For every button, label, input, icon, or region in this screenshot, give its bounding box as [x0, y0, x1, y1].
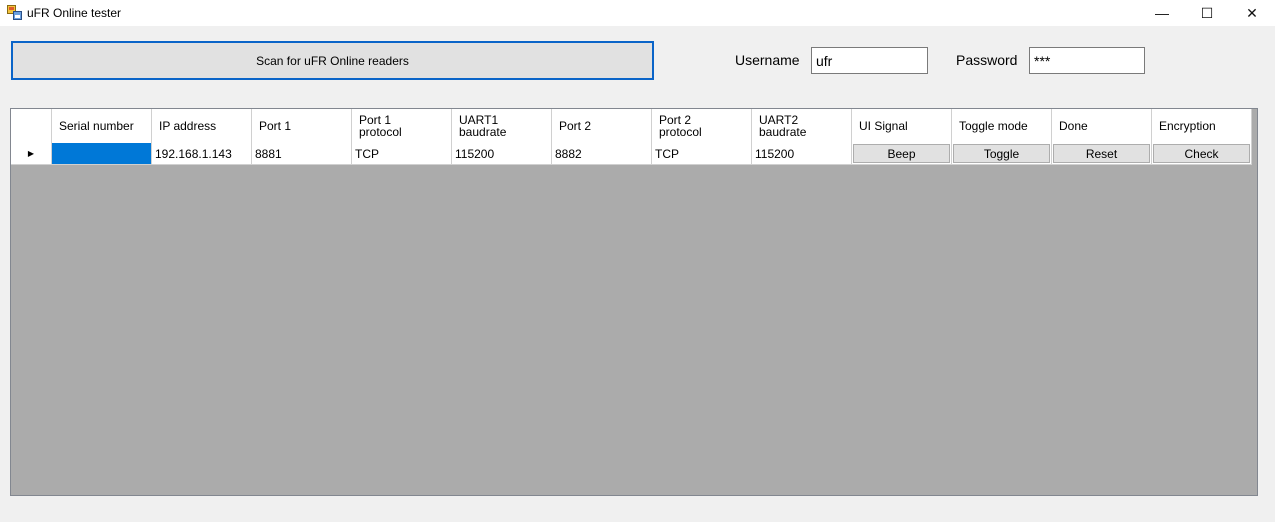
column-header-encryption[interactable]: Encryption [1152, 109, 1252, 143]
column-header-uart2-baudrate[interactable]: UART2 baudrate [752, 109, 852, 143]
cell-done: Reset [1052, 143, 1152, 165]
minimize-icon[interactable]: — [1139, 0, 1185, 26]
username-input[interactable] [811, 47, 928, 74]
reset-button[interactable]: Reset [1053, 144, 1150, 163]
column-header-port1-protocol[interactable]: Port 1 protocol [352, 109, 452, 143]
cell-port1-protocol[interactable]: TCP [352, 143, 452, 165]
row-header-corner[interactable] [11, 109, 52, 143]
password-input[interactable] [1029, 47, 1145, 74]
cell-encryption: Check [1152, 143, 1252, 165]
cell-port2[interactable]: 8882 [552, 143, 652, 165]
readers-grid[interactable]: Serial number IP address Port 1 Port 1 p… [10, 108, 1258, 496]
password-label: Password [956, 52, 1018, 68]
cell-toggle-mode: Toggle [952, 143, 1052, 165]
column-header-port1[interactable]: Port 1 [252, 109, 352, 143]
cell-uart1-baudrate[interactable]: 115200 [452, 143, 552, 165]
window-bottom-area [0, 496, 1275, 522]
close-icon[interactable]: ✕ [1229, 0, 1275, 26]
cell-port2-protocol[interactable]: TCP [652, 143, 752, 165]
cell-port1[interactable]: 8881 [252, 143, 352, 165]
username-label: Username [735, 52, 800, 68]
beep-button[interactable]: Beep [853, 144, 950, 163]
app-icon [7, 5, 22, 20]
column-header-port2[interactable]: Port 2 [552, 109, 652, 143]
column-header-serial-number[interactable]: Serial number [52, 109, 152, 143]
grid-header: Serial number IP address Port 1 Port 1 p… [11, 109, 1252, 143]
column-header-toggle-mode[interactable]: Toggle mode [952, 109, 1052, 143]
table-row[interactable]: ▶ 192.168.1.143 8881 TCP 115200 8882 TCP… [11, 143, 1252, 165]
toggle-button[interactable]: Toggle [953, 144, 1050, 163]
cell-uart2-baudrate[interactable]: 115200 [752, 143, 852, 165]
window-title: uFR Online tester [27, 6, 122, 20]
scan-readers-button[interactable]: Scan for uFR Online readers [11, 41, 654, 80]
column-header-done[interactable]: Done [1052, 109, 1152, 143]
column-header-port2-protocol[interactable]: Port 2 protocol [652, 109, 752, 143]
column-header-ui-signal[interactable]: UI Signal [852, 109, 952, 143]
cell-ui-signal: Beep [852, 143, 952, 165]
title-bar: uFR Online tester — ☐ ✕ [0, 0, 1275, 26]
column-header-ip-address[interactable]: IP address [152, 109, 252, 143]
check-button[interactable]: Check [1153, 144, 1250, 163]
cell-ip-address[interactable]: 192.168.1.143 [152, 143, 252, 165]
maximize-icon[interactable]: ☐ [1184, 0, 1230, 26]
cell-serial-number[interactable] [52, 143, 152, 165]
row-selector-arrow-icon[interactable]: ▶ [11, 143, 52, 165]
column-header-uart1-baudrate[interactable]: UART1 baudrate [452, 109, 552, 143]
